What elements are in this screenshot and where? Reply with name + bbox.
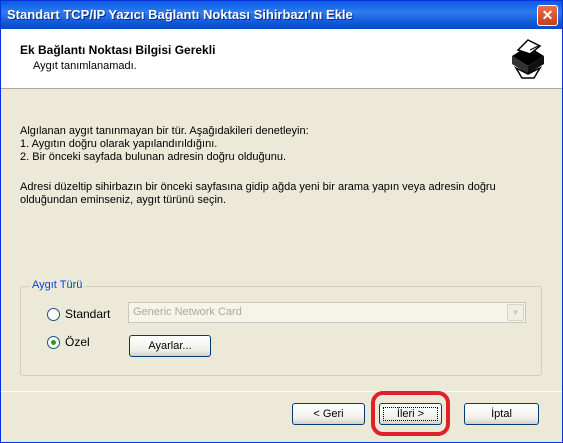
wizard-window: Standart TCP/IP Yazıcı Bağlantı Noktası … <box>0 0 563 443</box>
custom-radio[interactable] <box>47 336 60 349</box>
body-line-1: Algılanan aygıt tanınmayan bir tür. Aşağ… <box>20 125 309 137</box>
device-type-group <box>20 286 542 376</box>
cancel-button[interactable]: İptal <box>464 403 539 425</box>
chevron-down-icon: ▼ <box>507 304 524 321</box>
page-title: Ek Bağlantı Noktası Bilgisi Gerekli <box>20 43 216 57</box>
window-title: Standart TCP/IP Yazıcı Bağlantı Noktası … <box>7 7 353 22</box>
standard-radio-label[interactable]: Standart <box>65 307 110 321</box>
back-button[interactable]: < Geri <box>292 403 365 425</box>
highlight-annotation <box>371 391 450 436</box>
standard-device-select: Generic Network Card ▼ <box>128 302 526 323</box>
page-subtitle: Aygıt tanımlanamadı. <box>33 60 137 72</box>
body-para2-line-2: olduğundan eminseniz, aygıt türünü seçin… <box>20 194 227 206</box>
wizard-header: Ek Bağlantı Noktası Bilgisi Gerekli Aygı… <box>1 29 562 89</box>
settings-button[interactable]: Ayarlar... <box>129 335 211 357</box>
body-line-2: 1. Aygıtın doğru olarak yapılandırıldığı… <box>20 138 218 150</box>
body-line-3: 2. Bir önceki sayfada bulunan adresin do… <box>20 151 287 163</box>
standard-radio[interactable] <box>47 308 60 321</box>
close-icon[interactable]: ✕ <box>537 5 558 26</box>
body-para2-line-1: Adresi düzeltip sihirbazın bir önceki sa… <box>20 181 496 193</box>
footer-divider <box>1 391 562 392</box>
device-type-group-label: Aygıt Türü <box>30 279 85 291</box>
standard-device-value: Generic Network Card <box>133 306 242 318</box>
custom-radio-label[interactable]: Özel <box>65 335 90 349</box>
printer-icon <box>504 34 552 82</box>
title-bar[interactable]: Standart TCP/IP Yazıcı Bağlantı Noktası … <box>1 1 562 29</box>
